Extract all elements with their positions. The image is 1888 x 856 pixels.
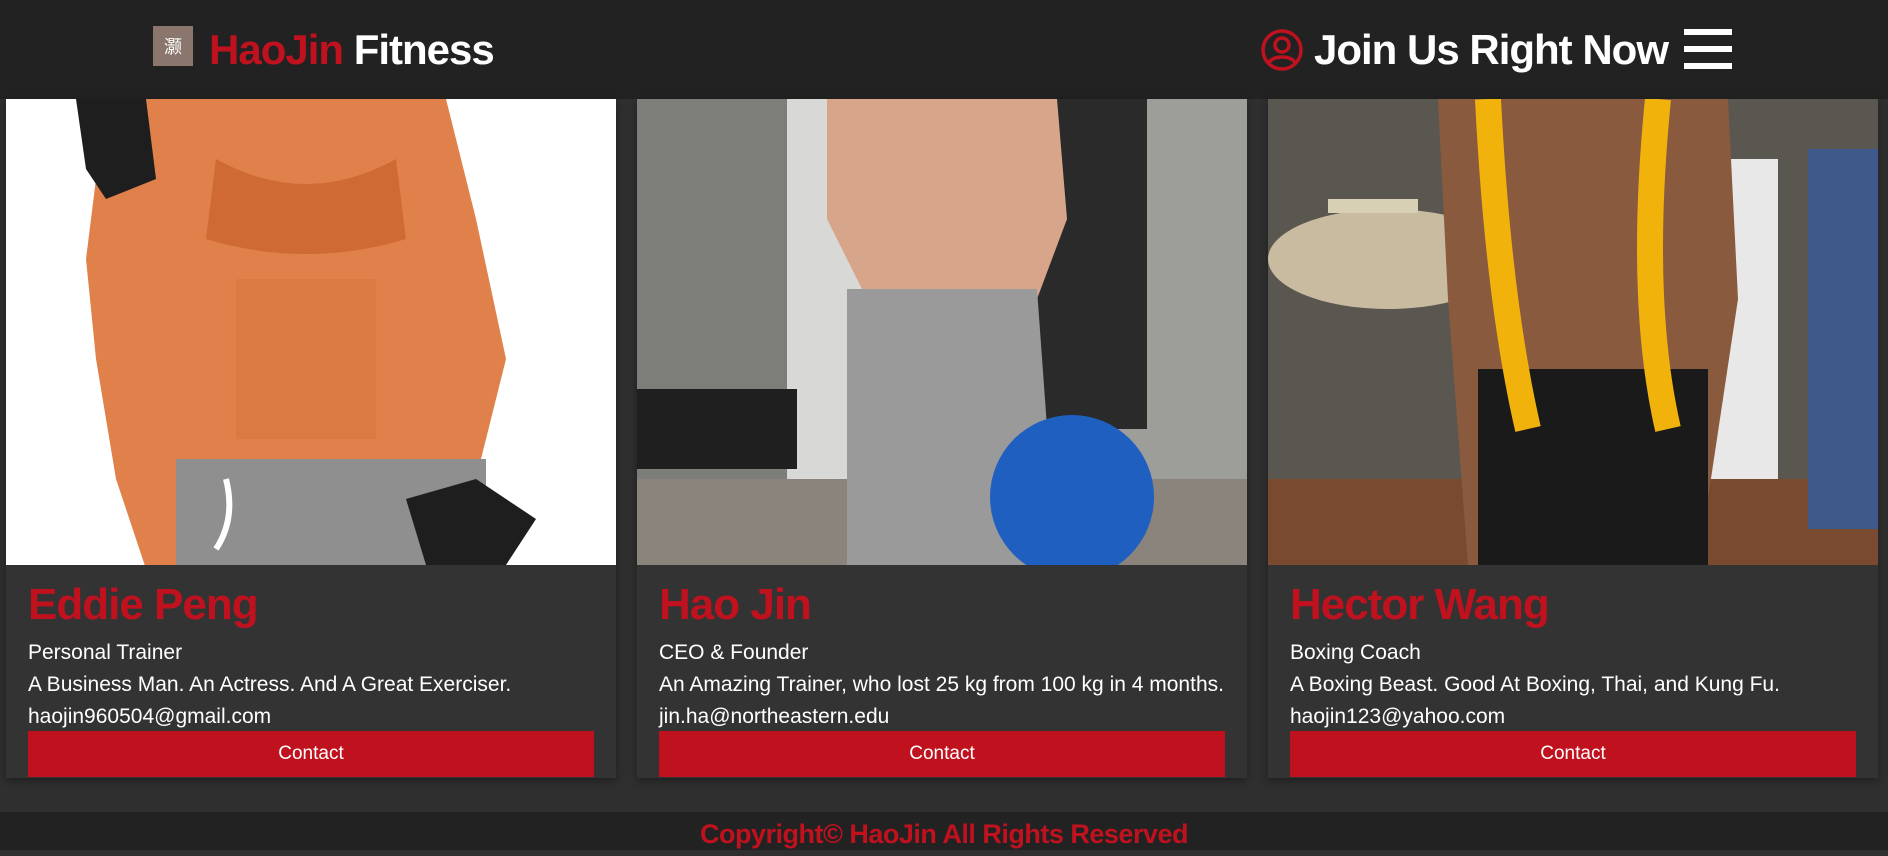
trainer-description: An Amazing Trainer, who lost 25 kg from … — [659, 673, 1224, 696]
site-footer: Copyright© HaoJin All Rights Reserved — [0, 812, 1888, 850]
brand-name-white: Fitness — [353, 26, 495, 73]
trainer-card: Eddie Peng Personal Trainer A Business M… — [6, 99, 616, 778]
site-header: 灏 HaoJin Fitness Join Us Right Now — [0, 0, 1888, 99]
trainer-email[interactable]: jin.ha@northeastern.edu — [659, 702, 889, 732]
trainer-card: Hector Wang Boxing Coach A Boxing Beast.… — [1268, 99, 1878, 778]
trainer-email[interactable]: haojin960504@gmail.com — [28, 702, 271, 732]
brand-name[interactable]: HaoJin Fitness — [209, 20, 495, 80]
trainer-role: Personal Trainer — [28, 641, 183, 664]
contact-button[interactable]: Contact — [1290, 731, 1856, 777]
menu-bar — [1684, 29, 1732, 35]
trainer-role: Boxing Coach — [1290, 641, 1421, 664]
trainer-photo — [1268, 99, 1878, 565]
trainer-description: A Business Man. An Actress. And A Great … — [28, 673, 512, 696]
copyright-text: Copyright© HaoJin All Rights Reserved — [700, 819, 1188, 849]
trainer-photo — [637, 99, 1247, 565]
trainer-card: Hao Jin CEO & Founder An Amazing Trainer… — [637, 99, 1247, 778]
trainer-description: A Boxing Beast. Good At Boxing, Thai, an… — [1290, 673, 1780, 696]
trainer-role: CEO & Founder — [659, 641, 809, 664]
trainer-photo — [6, 99, 616, 565]
contact-button[interactable]: Contact — [28, 731, 594, 777]
trainer-name: Hector Wang — [1290, 580, 1550, 629]
join-us-label: Join Us Right Now — [1314, 26, 1669, 73]
logo-icon[interactable]: 灏 — [153, 26, 193, 66]
trainer-name: Hao Jin — [659, 580, 812, 629]
trainer-name: Eddie Peng — [28, 580, 259, 629]
trainer-email[interactable]: haojin123@yahoo.com — [1290, 702, 1505, 732]
user-circle-icon — [1261, 29, 1303, 71]
menu-bar — [1684, 63, 1732, 69]
join-us-link[interactable]: Join Us Right Now — [1260, 20, 1669, 80]
hamburger-menu-icon[interactable] — [1684, 29, 1732, 69]
brand-name-red: HaoJin — [209, 26, 344, 73]
contact-button[interactable]: Contact — [659, 731, 1225, 777]
menu-bar — [1684, 46, 1732, 52]
